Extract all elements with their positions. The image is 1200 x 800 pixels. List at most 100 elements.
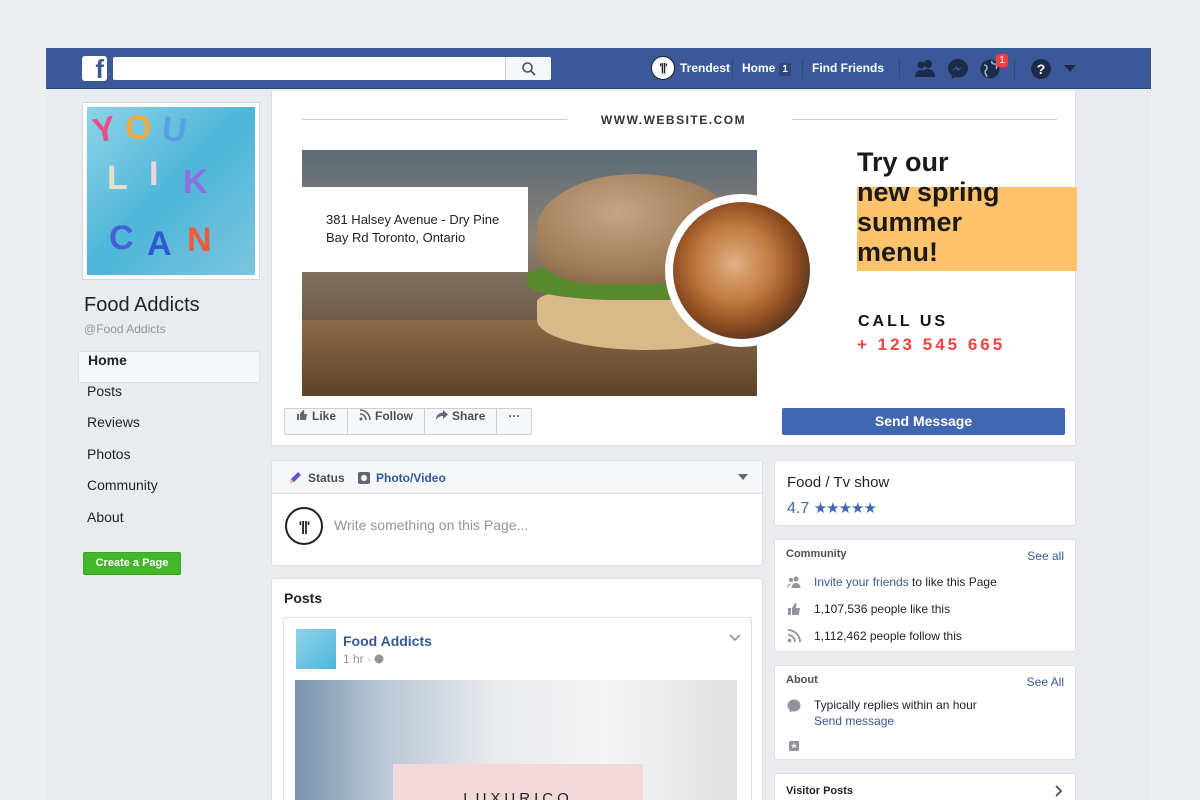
left-nav-reviews[interactable]: Reviews [78,414,260,446]
post-composer: Status Photo/Video '||' Write something … [271,460,763,566]
cookie-letter-k: K [183,163,208,201]
follow-button[interactable]: Follow [348,409,426,434]
share-arrow-icon [436,410,449,420]
thumbs-up-likes-icon [788,603,800,615]
page-username[interactable]: @Food Addicts [84,322,166,336]
left-nav-about[interactable]: About [78,509,260,541]
create-page-button[interactable]: Create a Page [83,552,181,575]
left-nav-posts[interactable]: Posts [78,383,260,415]
post-author-thumbnail[interactable] [296,629,336,669]
invite-friends-text: to like this Page [908,575,997,589]
nav-divider [899,59,900,79]
messenger-reply-icon [787,699,801,713]
page-rating[interactable]: 4.7 ★★★★★ [787,499,877,518]
invite-friends-icon [787,576,801,588]
category-rating-card: Food / Tv show 4.7 ★★★★★ [774,460,1076,526]
website-url: WWW.WEBSITE.COM [600,113,747,127]
search-input[interactable] [113,57,551,80]
search-button[interactable] [505,57,551,80]
food-circle-photo [665,194,818,347]
call-us-label: CALL US [858,313,949,330]
cover-card: WWW.WEBSITE.COM 381 Halsey Avenue - Dry … [271,91,1077,446]
page-handle-text: Food Addicts [96,322,166,336]
composer-text-input[interactable]: Write something on this Page... [334,517,528,533]
facebook-logo[interactable]: f [82,56,107,81]
messenger-icon[interactable] [947,58,969,80]
promo-line-2: new spring [857,177,1000,207]
tab-photo-video[interactable]: Photo/Video [376,471,446,485]
profile-avatar[interactable]: '||' [651,56,675,80]
page-profile-picture[interactable]: Y O U L I K C A N [82,102,260,280]
post-image-brand-text: LUXURICO [463,790,573,800]
promo-headline: Try our new spring summer menu! [857,147,1000,267]
thumbs-up-icon [297,410,307,420]
profile-photo-cookie-letters: Y O U L I K C A N [87,107,255,275]
page-title: Food Addicts [84,294,200,316]
promo-line-1: Try our [857,147,949,177]
page-info-badge-icon [789,741,799,751]
friend-requests-icon[interactable] [914,58,936,78]
share-button[interactable]: Share [425,409,498,434]
follow-label: Follow [375,409,414,423]
website-rule-right [792,119,1057,120]
svg-text:?: ? [1037,61,1046,77]
left-nav-photos[interactable]: Photos [78,446,260,478]
page-action-buttons: Like Follow Share ··· [284,408,533,435]
chevron-right-icon[interactable] [1055,785,1063,797]
left-nav-community[interactable]: Community [78,477,260,509]
account-menu-chevron-down-icon[interactable] [1064,65,1076,73]
like-button[interactable]: Like [285,409,349,434]
page-follows-count: 1,112,462 people follow this [814,629,962,643]
post-image[interactable]: LUXURICO [295,680,737,800]
promo-line-4: menu! [857,237,938,267]
composer-chevron-down-icon[interactable] [738,474,748,480]
nav-home-label: Home [742,61,776,75]
cookie-letter-y: Y [89,109,119,151]
send-message-button[interactable]: Send Message [782,408,1065,435]
community-see-all-link[interactable]: See all [1027,549,1064,563]
top-navigation-bar: f '||' Trendest Home 1 Find Friends 1 ? [46,48,1151,89]
page-likes-count: 1,107,536 people like this [814,602,951,616]
post-image-label-box: LUXURICO [393,764,643,800]
visitor-posts-card[interactable]: Visitor Posts [774,773,1076,800]
page-category: Food / Tv show [787,474,890,491]
composer-avatar: '||' [285,507,323,545]
search-icon [522,62,536,76]
post-options-chevron-icon[interactable] [729,634,741,642]
post-timestamp[interactable]: 1 hr · [343,652,384,666]
invite-friends-row: Invite your friends to like this Page [814,575,997,589]
community-card: Community See all Invite your friends to… [774,539,1076,652]
address-line-1: 381 Halsey Avenue - Dry Pine [326,212,500,227]
left-nav-home[interactable]: Home [78,351,260,383]
cinnamon-roll-image [673,202,810,339]
promo-line-3: summer [857,207,963,237]
post-author-name[interactable]: Food Addicts [343,633,432,649]
profile-name-link[interactable]: Trendest [680,61,730,75]
posts-heading: Posts [284,590,323,606]
community-heading: Community [786,548,847,560]
nav-home-link[interactable]: Home 1 [742,61,791,76]
address-box: 381 Halsey Avenue - Dry Pine Bay Rd Toro… [302,187,528,272]
rating-stars-icon: ★★★★★ [813,500,877,517]
invite-friends-link[interactable]: Invite your friends [814,575,909,589]
about-see-all-link[interactable]: See All [1027,675,1064,689]
cookie-letter-a: A [147,225,172,263]
visitor-posts-heading: Visitor Posts [786,785,854,797]
help-icon[interactable]: ? [1030,58,1052,80]
about-heading: About [786,674,818,686]
home-count-badge: 1 [779,63,791,76]
page-left-navigation: Home Posts Reviews Photos Community Abou… [78,351,260,540]
facebook-page-window: f '||' Trendest Home 1 Find Friends 1 ? … [46,48,1151,800]
nav-divider [1014,59,1015,79]
find-friends-link[interactable]: Find Friends [812,61,884,75]
about-send-message-link[interactable]: Send message [814,714,894,728]
response-time-text: Typically replies within an hour [814,698,977,712]
rss-follow-icon [359,409,371,421]
tab-status[interactable]: Status [308,471,345,485]
like-label: Like [312,409,337,423]
more-options-button[interactable]: ··· [497,409,531,434]
notification-count-badge: 1 [996,54,1008,67]
share-label: Share [452,409,486,423]
post-item: Food Addicts 1 hr · LUXURICO [283,617,752,800]
phone-number: + 123 545 665 [857,335,1006,354]
